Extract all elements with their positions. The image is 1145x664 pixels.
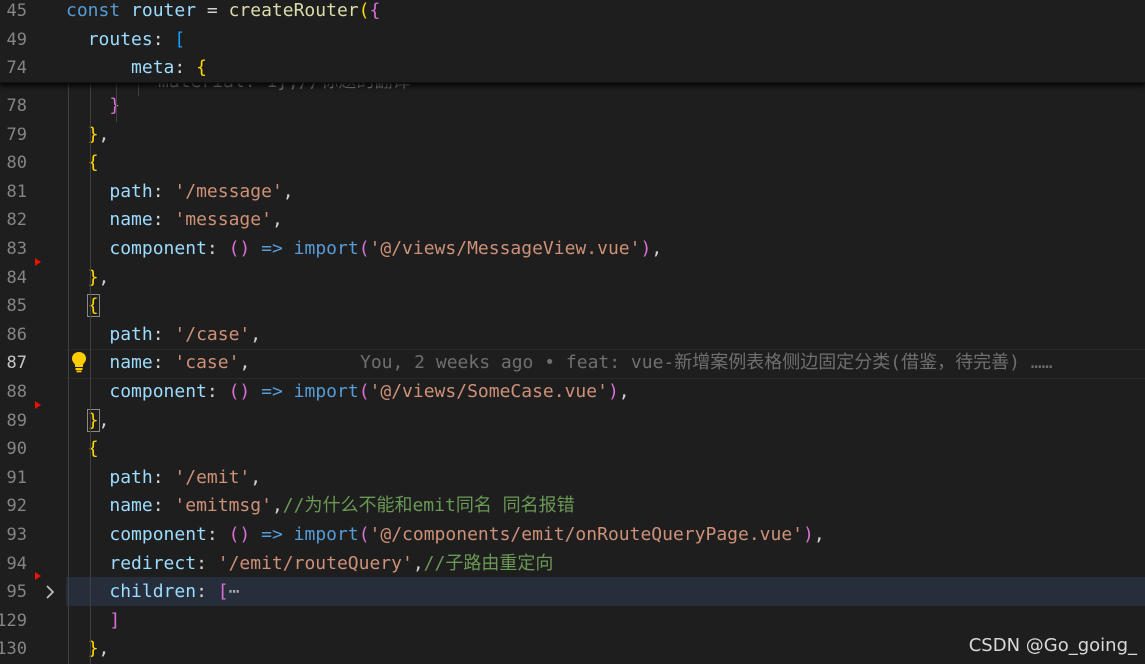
line-number: 93 — [6, 525, 27, 545]
code-text: redirect: '/emit/routeQuery',//子路由重定向 — [109, 552, 554, 574]
line-number: 130 — [0, 639, 27, 660]
code-editor[interactable]: material: 1},//标题的翻译 78 } 79 }, 80 { 81 … — [0, 0, 1145, 664]
code-text: path: '/case', — [109, 323, 262, 345]
indent-guide — [138, 82, 139, 96]
sticky-line[interactable]: 45 const router = createRouter({ — [0, 0, 1145, 26]
code-line-folded[interactable]: 95 children: [⋯ — [0, 578, 1145, 607]
sticky-scroll-header[interactable]: 45 const router = createRouter({ 49 rout… — [0, 0, 1145, 83]
error-marker-icon[interactable] — [35, 401, 41, 409]
code-text: }, — [86, 408, 110, 432]
code-line[interactable]: 86 path: '/case', — [0, 321, 1145, 350]
git-blame-annotation: You, 2 weeks ago • feat: vue-新增案例表格侧边固定分… — [360, 352, 1053, 374]
code-line[interactable]: 78 } — [0, 92, 1145, 121]
code-line[interactable]: 88 component: () => import('@/views/Some… — [0, 378, 1145, 407]
line-number: 49 — [6, 29, 27, 50]
code-text: component: () => import('@/views/Message… — [109, 238, 663, 259]
code-line[interactable]: 90 { — [0, 435, 1145, 464]
lightbulb-icon[interactable] — [70, 351, 88, 373]
code-line[interactable]: 83 component: () => import('@/views/Mess… — [0, 235, 1145, 264]
indent-guide — [116, 82, 117, 122]
code-text: name: 'message', — [109, 209, 283, 231]
code-text: }, — [87, 638, 110, 660]
code-line[interactable]: 92 name: 'emitmsg',//为什么不能和emit同名 同名报错 — [0, 492, 1145, 521]
code-text: }, — [87, 123, 110, 145]
watermark: CSDN @Go_going_ — [968, 635, 1137, 656]
code-line[interactable]: 91 path: '/emit', — [0, 464, 1145, 493]
code-line[interactable]: 129 ] — [0, 607, 1145, 636]
line-number: 87 — [6, 353, 27, 374]
code-text: { — [87, 438, 99, 460]
sticky-line[interactable]: 74 meta: { — [0, 54, 1145, 83]
line-number: 45 — [6, 1, 27, 21]
code-text: name: 'emitmsg',//为什么不能和emit同名 同名报错 — [109, 495, 575, 517]
code-text: { — [87, 152, 99, 174]
line-number: 90 — [6, 439, 27, 460]
line-number: 85 — [6, 296, 27, 317]
line-number: 80 — [6, 153, 27, 174]
error-marker-icon[interactable] — [35, 258, 41, 266]
code-line[interactable]: 80 { — [0, 149, 1145, 178]
code-line-current[interactable]: 87 name: 'case', You, 2 weeks ago • feat… — [0, 349, 1145, 378]
code-text: { — [86, 294, 100, 318]
code-line[interactable]: 89 }, — [0, 407, 1145, 436]
code-line[interactable]: 84 }, — [0, 264, 1145, 293]
code-line[interactable]: 79 }, — [0, 121, 1145, 150]
code-text: routes: [ — [87, 28, 186, 50]
code-text: name: 'case', — [109, 352, 251, 374]
line-number: 129 — [0, 610, 27, 631]
indent-guide — [68, 82, 69, 664]
code-text: const router = createRouter({ — [66, 0, 381, 21]
sticky-line[interactable]: 49 routes: [ — [0, 26, 1145, 55]
code-text: ] — [109, 609, 121, 631]
code-line[interactable]: 82 name: 'message', — [0, 206, 1145, 235]
code-line[interactable]: 94 redirect: '/emit/routeQuery',//子路由重定向 — [0, 550, 1145, 579]
code-text: children: [⋯ — [109, 581, 240, 603]
line-number: 89 — [6, 410, 27, 431]
line-number: 91 — [6, 467, 27, 488]
line-number: 88 — [6, 382, 27, 402]
indent-guide — [90, 82, 91, 664]
code-text: path: '/emit', — [109, 466, 262, 488]
line-number: 82 — [6, 210, 27, 231]
code-text: component: () => import('@/components/em… — [109, 524, 825, 545]
code-line[interactable]: 81 path: '/message', — [0, 178, 1145, 207]
code-text: path: '/message', — [109, 180, 294, 202]
line-number: 83 — [6, 239, 27, 259]
code-text: component: () => import('@/views/SomeCas… — [109, 381, 630, 402]
line-number: 94 — [6, 553, 27, 574]
error-marker-icon[interactable] — [35, 572, 41, 580]
line-number: 79 — [6, 124, 27, 145]
code-text: } — [109, 95, 121, 116]
code-text: meta: { — [131, 57, 207, 78]
code-line[interactable]: 85 { — [0, 292, 1145, 321]
line-number: 84 — [6, 267, 27, 288]
chevron-right-icon[interactable] — [44, 584, 56, 600]
line-number: 78 — [6, 96, 27, 116]
line-number: 95 — [6, 582, 27, 603]
line-number: 74 — [6, 58, 27, 78]
line-number: 81 — [6, 181, 27, 202]
line-number: 92 — [6, 496, 27, 517]
code-text: }, — [87, 266, 110, 288]
line-number: 86 — [6, 324, 27, 345]
code-line[interactable]: 93 component: () => import('@/components… — [0, 521, 1145, 550]
